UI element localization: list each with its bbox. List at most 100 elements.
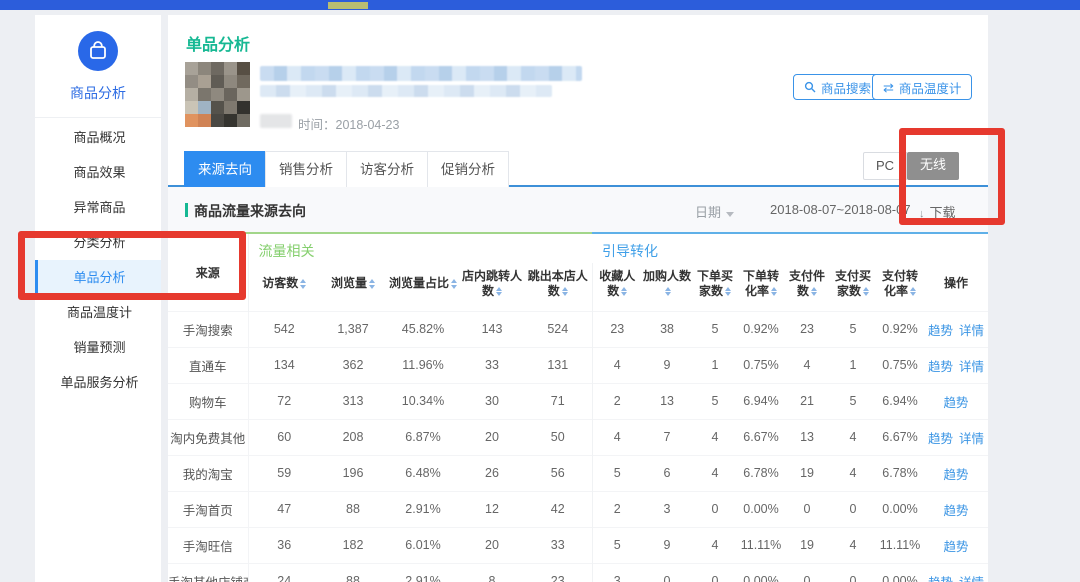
data-cell: 196 xyxy=(320,455,386,491)
sort-icon[interactable] xyxy=(300,278,306,291)
column-header[interactable]: 跳出本店人数 xyxy=(524,263,592,311)
sort-icon[interactable] xyxy=(725,285,731,298)
product-search-button[interactable]: 商品搜索 xyxy=(793,74,882,100)
data-cell: 1,387 xyxy=(320,311,386,347)
tab[interactable]: 销售分析 xyxy=(265,151,347,187)
data-cell: 0.00% xyxy=(876,491,924,527)
data-cell: 11.11% xyxy=(738,527,784,563)
data-cell: 0.00% xyxy=(876,563,924,582)
data-cell: 6 xyxy=(642,455,692,491)
column-header[interactable]: 下单买家数 xyxy=(692,263,738,311)
action-cell: 趋势 xyxy=(924,455,988,491)
action-cell: 趋势详情 xyxy=(924,347,988,383)
data-cell: 23 xyxy=(592,311,642,347)
trend-link[interactable]: 趋势 xyxy=(928,360,953,374)
data-cell: 4 xyxy=(692,455,738,491)
tab[interactable]: 访客分析 xyxy=(346,151,428,187)
data-cell: 5 xyxy=(692,311,738,347)
trend-link[interactable]: 趋势 xyxy=(928,324,953,338)
sidebar-item[interactable]: 商品概况 xyxy=(35,120,161,155)
sort-icon[interactable] xyxy=(451,278,457,291)
data-cell: 3 xyxy=(592,563,642,582)
data-cell: 9 xyxy=(642,527,692,563)
toggle-wireless-button[interactable]: 无线 xyxy=(907,152,959,180)
sort-icon[interactable] xyxy=(496,285,502,298)
data-cell: 1 xyxy=(692,347,738,383)
data-cell: 134 xyxy=(248,347,320,383)
column-header[interactable]: 浏览量占比 xyxy=(386,263,460,311)
data-cell: 6.48% xyxy=(386,455,460,491)
sort-icon[interactable] xyxy=(910,285,916,298)
table-row: 手淘搜索5421,38745.82%143524233850.92%2350.9… xyxy=(168,311,988,347)
column-header[interactable]: 下单转化率 xyxy=(738,263,784,311)
data-cell: 3 xyxy=(642,491,692,527)
column-header[interactable]: 支付转化率 xyxy=(876,263,924,311)
column-header[interactable]: 店内跳转人数 xyxy=(460,263,524,311)
data-cell: 4 xyxy=(830,527,876,563)
sidebar-item[interactable]: 商品温度计 xyxy=(35,295,161,330)
column-header[interactable]: 支付件数 xyxy=(784,263,830,311)
column-header-action: 操作 xyxy=(924,263,988,311)
sort-icon[interactable] xyxy=(863,285,869,298)
data-cell: 20 xyxy=(460,527,524,563)
trend-link[interactable]: 趋势 xyxy=(944,468,969,482)
toggle-pc-button[interactable]: PC xyxy=(863,152,907,180)
data-cell: 0.92% xyxy=(876,311,924,347)
tab[interactable]: 来源去向 xyxy=(184,151,266,187)
sidebar-item[interactable]: 商品效果 xyxy=(35,155,161,190)
column-header[interactable]: 支付买家数 xyxy=(830,263,876,311)
data-cell: 6.94% xyxy=(876,383,924,419)
column-header[interactable]: 加购人数 xyxy=(642,263,692,311)
data-cell: 38 xyxy=(642,311,692,347)
data-cell: 143 xyxy=(460,311,524,347)
data-cell: 60 xyxy=(248,419,320,455)
product-analysis-bag-icon xyxy=(78,31,118,71)
sidebar-item[interactable]: 单品服务分析 xyxy=(35,365,161,400)
data-cell: 5 xyxy=(830,383,876,419)
data-cell: 2 xyxy=(592,491,642,527)
trend-link[interactable]: 趋势 xyxy=(928,576,953,582)
tab[interactable]: 促销分析 xyxy=(427,151,509,187)
data-cell: 10.34% xyxy=(386,383,460,419)
data-cell: 11.11% xyxy=(876,527,924,563)
trend-link[interactable]: 趋势 xyxy=(944,504,969,518)
data-cell: 182 xyxy=(320,527,386,563)
sort-icon[interactable] xyxy=(369,278,375,291)
trend-link[interactable]: 趋势 xyxy=(944,396,969,410)
download-link[interactable]: ↓下载 xyxy=(918,202,956,221)
sort-icon[interactable] xyxy=(665,285,671,298)
sort-icon[interactable] xyxy=(771,285,777,298)
detail-link[interactable]: 详情 xyxy=(959,576,984,582)
detail-link[interactable]: 详情 xyxy=(959,432,984,446)
data-cell: 72 xyxy=(248,383,320,419)
product-thermometer-button[interactable]: ⇄ 商品温度计 xyxy=(872,74,972,100)
column-header[interactable]: 浏览量 xyxy=(320,263,386,311)
detail-link[interactable]: 详情 xyxy=(959,360,984,374)
table-row: 淘内免费其他602086.87%20504746.67%1346.67%趋势详情 xyxy=(168,419,988,455)
sidebar-item[interactable]: 分类分析 xyxy=(35,225,161,260)
sidebar-item[interactable]: 单品分析 xyxy=(35,260,161,295)
data-cell: 6.87% xyxy=(386,419,460,455)
sort-icon[interactable] xyxy=(621,285,627,298)
date-range-value[interactable]: 2018-08-07~2018-08-07 xyxy=(770,202,911,217)
data-cell: 42 xyxy=(524,491,592,527)
data-cell: 56 xyxy=(524,455,592,491)
date-dropdown[interactable]: 日期 xyxy=(695,202,734,221)
section-header-row: 商品流量来源去向 日期 2018-08-07~2018-08-07 ↓下载 xyxy=(168,187,988,232)
data-cell: 71 xyxy=(524,383,592,419)
trend-link[interactable]: 趋势 xyxy=(928,432,953,446)
data-cell: 2.91% xyxy=(386,491,460,527)
sidebar-header: 商品分析 xyxy=(35,15,161,118)
sort-icon[interactable] xyxy=(562,285,568,298)
data-cell: 0.75% xyxy=(738,347,784,383)
column-header[interactable]: 收藏人数 xyxy=(592,263,642,311)
sidebar-item[interactable]: 销量预测 xyxy=(35,330,161,365)
trend-link[interactable]: 趋势 xyxy=(944,540,969,554)
detail-link[interactable]: 详情 xyxy=(959,324,984,338)
sidebar-item[interactable]: 异常商品 xyxy=(35,190,161,225)
column-header[interactable]: 访客数 xyxy=(248,263,320,311)
data-cell: 0.00% xyxy=(738,563,784,582)
action-cell: 趋势 xyxy=(924,527,988,563)
sort-icon[interactable] xyxy=(811,285,817,298)
source-cell: 淘内免费其他 xyxy=(168,419,248,455)
